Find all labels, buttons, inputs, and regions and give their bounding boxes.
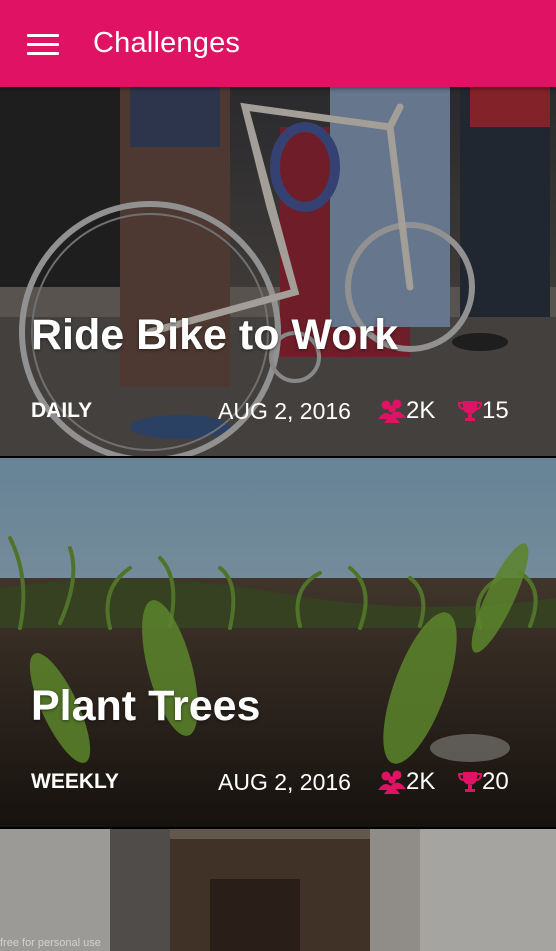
hamburger-menu-icon[interactable]: [27, 32, 59, 56]
page-title: Challenges: [93, 27, 241, 59]
challenge-frequency: DAILY: [31, 399, 93, 422]
participants-stat: 2K: [378, 397, 435, 425]
challenge-date: AUG 2, 2016: [218, 398, 351, 424]
trophies-count: 20: [482, 768, 509, 795]
image-overlay: [0, 829, 556, 951]
trophies-stat: 15: [458, 397, 509, 425]
trophies-count: 15: [482, 397, 509, 424]
challenge-date: AUG 2, 2016: [218, 769, 351, 795]
challenge-card-ride-bike[interactable]: Ride Bike to Work DAILY AUG 2, 2016 2K 1…: [0, 87, 556, 456]
participants-count: 2K: [406, 768, 436, 795]
challenge-frequency: WEEKLY: [31, 770, 119, 793]
challenge-card-partial[interactable]: free for personal use: [0, 829, 556, 951]
app-bar: Challenges: [0, 0, 556, 87]
challenge-meta: DAILY AUG 2, 2016 2K 15: [0, 395, 556, 427]
participants-count: 2K: [406, 397, 436, 424]
group-icon: [378, 770, 406, 794]
watermark-text: free for personal use: [0, 937, 101, 949]
trophy-icon: [458, 399, 482, 423]
challenge-meta: WEEKLY AUG 2, 2016 2K 20: [0, 766, 556, 798]
trophy-icon: [458, 770, 482, 794]
challenge-card-plant-trees[interactable]: Plant Trees WEEKLY AUG 2, 2016 2K 20: [0, 458, 556, 827]
trophies-stat: 20: [458, 768, 509, 796]
challenge-title: Plant Trees: [31, 682, 261, 730]
group-icon: [378, 399, 406, 423]
challenge-title: Ride Bike to Work: [31, 311, 399, 359]
participants-stat: 2K: [378, 768, 435, 796]
